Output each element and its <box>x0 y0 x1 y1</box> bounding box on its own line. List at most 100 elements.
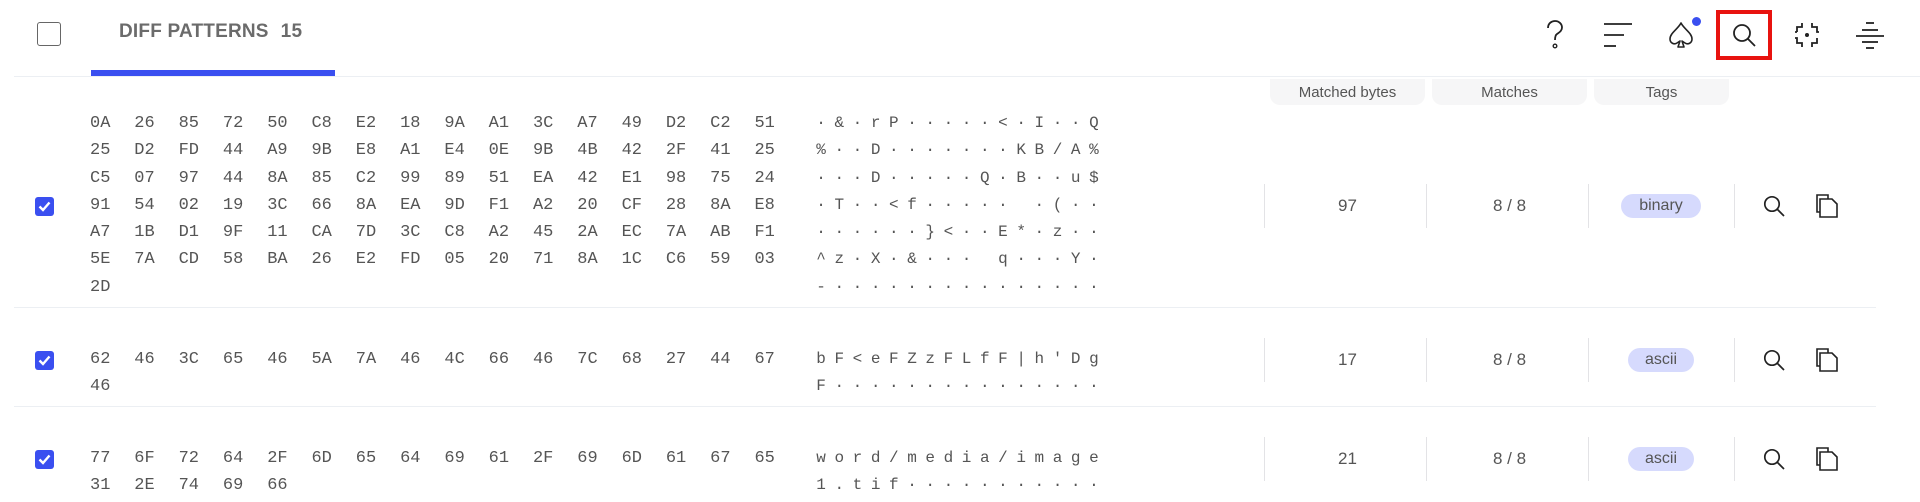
ascii-char: · <box>889 377 899 396</box>
tag-badge[interactable]: binary <box>1621 193 1701 218</box>
tag-badge[interactable]: ascii <box>1628 446 1694 471</box>
ascii-char: ' <box>1052 350 1063 368</box>
copy-button[interactable] <box>1809 441 1845 477</box>
ascii-char: · <box>834 377 845 396</box>
help-button[interactable] <box>1527 10 1583 60</box>
ascii-char: F <box>998 350 1008 368</box>
search-icon <box>1763 195 1785 217</box>
ascii-char: . <box>834 476 845 495</box>
ascii-char: i <box>961 449 972 467</box>
ascii-char: · <box>979 195 990 214</box>
ascii-char: · <box>943 476 954 495</box>
focus-icon <box>1795 23 1819 47</box>
ascii-char: · <box>925 377 936 396</box>
hex-byte: A1 <box>400 141 421 161</box>
row-checkbox[interactable] <box>35 196 54 216</box>
focus-button[interactable] <box>1779 10 1835 60</box>
select-all-checkbox[interactable] <box>37 22 61 46</box>
copy-button[interactable] <box>1809 188 1845 224</box>
ascii-char: · <box>1016 377 1026 396</box>
inspect-button[interactable] <box>1756 441 1792 477</box>
ascii-char: F <box>816 377 826 396</box>
hex-byte: 02 <box>178 195 199 215</box>
ascii-char: - <box>816 277 826 296</box>
column-header-matches[interactable]: Matches <box>1432 79 1587 105</box>
hex-byte: A2 <box>488 223 510 243</box>
ascii-char: · <box>907 476 917 495</box>
hex-byte: 6D <box>621 449 642 468</box>
hex-byte: 67 <box>754 350 775 369</box>
hex-byte: 75 <box>710 168 731 188</box>
ascii-char: g <box>1070 449 1081 467</box>
ascii-char: / <box>998 449 1008 467</box>
ascii-char: · <box>1034 377 1045 396</box>
column-header-matched-bytes[interactable]: Matched bytes <box>1270 79 1425 105</box>
tab-label: DIFF PATTERNS 15 <box>119 21 302 43</box>
ascii-char: · <box>1070 114 1081 132</box>
inspect-button[interactable] <box>1756 342 1792 378</box>
ascii-char: o <box>834 449 845 467</box>
ascii-char: ( <box>1052 195 1063 214</box>
ascii-char: | <box>1016 350 1026 368</box>
tab-diff-patterns[interactable]: DIFF PATTERNS 15 <box>91 0 335 76</box>
ascii-char: · <box>907 277 917 296</box>
ascii-char: · <box>852 250 863 269</box>
ascii-char: Q <box>1089 114 1099 132</box>
hex-byte: 49 <box>621 114 642 133</box>
ascii-char: · <box>907 141 917 160</box>
row-checkbox[interactable] <box>35 449 54 469</box>
ascii-char: · <box>1070 277 1081 296</box>
copy-button[interactable] <box>1809 342 1845 378</box>
ascii-line: · · · · · ·} < · · E * · z · · <box>812 219 1103 246</box>
hex-byte: E2 <box>355 114 377 133</box>
ascii-char: d <box>943 449 954 467</box>
hex-byte: 1C <box>621 250 642 270</box>
column-separator <box>1734 436 1735 481</box>
ascii-char: · <box>998 168 1008 187</box>
ascii-char: · <box>889 250 899 269</box>
hex-byte: 7A <box>134 250 155 270</box>
hex-byte: D2 <box>134 141 155 161</box>
tag-badge[interactable]: ascii <box>1628 347 1694 372</box>
ascii-char: Y <box>1070 250 1081 269</box>
hex-byte: 9B <box>311 141 332 161</box>
ascii-char: · <box>870 195 881 214</box>
inspect-button[interactable] <box>1756 188 1792 224</box>
hex-bytes: 62 46 3C 65 46 5A 7A 46 4C 66 46 7C 68 27 44 67 46 <box>90 346 799 401</box>
hex-byte: 5A <box>311 350 332 369</box>
checkmark-icon <box>38 201 51 212</box>
tab-count: 15 <box>280 21 303 42</box>
hex-byte: 66 <box>267 476 288 496</box>
spade-button[interactable] <box>1653 10 1709 60</box>
ascii-char: · <box>852 377 863 396</box>
column-separator <box>1426 436 1427 481</box>
hex-byte: 44 <box>710 350 731 369</box>
ascii-char: · <box>1070 223 1081 242</box>
hex-byte: 54 <box>134 195 155 215</box>
hex-byte: 20 <box>577 195 598 215</box>
hex-byte: BA <box>267 250 288 270</box>
column-header-tags[interactable]: Tags <box>1594 79 1729 105</box>
hex-byte: A2 <box>532 195 554 215</box>
hex-byte: 2E <box>134 476 155 496</box>
ascii-char: P <box>889 114 899 132</box>
divide-icon <box>1856 22 1884 49</box>
ascii-char: · <box>907 114 917 132</box>
row-divider <box>14 307 1876 308</box>
hex-byte: 26 <box>311 250 332 270</box>
sort-icon <box>1604 23 1632 47</box>
hex-byte: 9D <box>444 195 465 215</box>
ascii-char: q <box>998 250 1008 269</box>
ascii-char: · <box>907 223 917 242</box>
hex-byte: 69 <box>577 449 598 468</box>
sort-button[interactable] <box>1590 10 1646 60</box>
row-checkbox[interactable] <box>35 350 54 370</box>
ascii-char: · <box>961 141 972 160</box>
hex-byte: EA <box>532 168 554 188</box>
ascii-char: · <box>1034 168 1045 187</box>
hex-byte: E8 <box>355 141 377 161</box>
divide-button[interactable] <box>1842 10 1898 60</box>
search-button[interactable] <box>1716 10 1772 60</box>
hex-byte: 62 <box>90 350 111 369</box>
hex-byte: EC <box>621 223 642 243</box>
